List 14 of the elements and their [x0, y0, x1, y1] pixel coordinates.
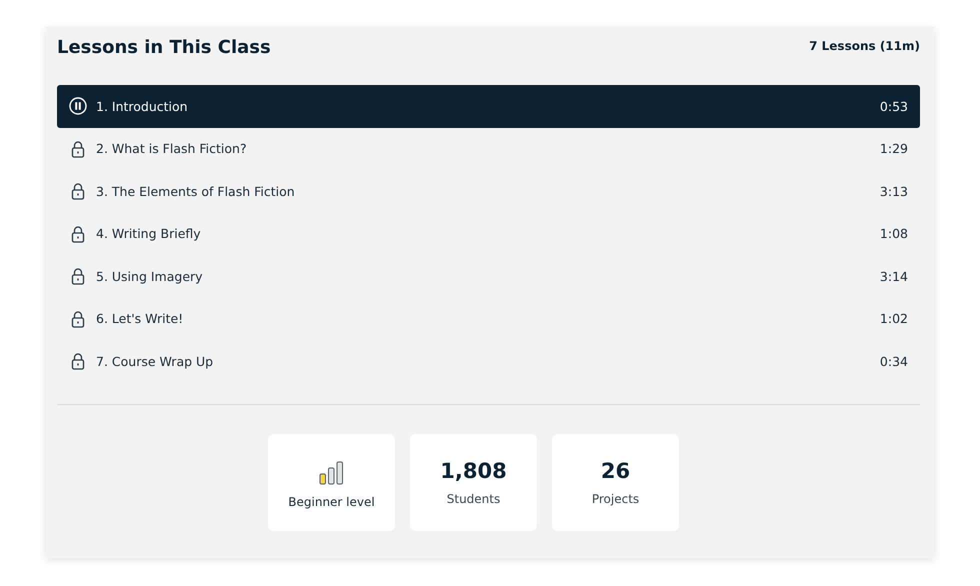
stat-value: 1,808 — [440, 458, 507, 482]
stat-label: Students — [446, 492, 500, 506]
lesson-row[interactable]: 3. The Elements of Flash Fiction 3:13 — [57, 170, 920, 212]
lesson-row[interactable]: 6. Let's Write! 1:02 — [57, 298, 920, 340]
stat-value: 26 — [600, 458, 630, 482]
lesson-row[interactable]: 1. Introduction 0:53 — [57, 85, 920, 128]
lesson-row[interactable]: 2. What is Flash Fiction? 1:29 — [57, 128, 920, 170]
lesson-row[interactable]: 7. Course Wrap Up 0:34 — [57, 340, 920, 382]
lesson-row[interactable]: 4. Writing Briefly 1:08 — [57, 212, 920, 255]
stat-label: Projects — [592, 492, 640, 506]
lesson-summary: 7 Lessons (11m) — [809, 39, 920, 53]
lesson-row[interactable]: 5. Using Imagery 3:14 — [57, 255, 920, 298]
section-title: Lessons in This Class — [57, 37, 271, 59]
stat-label: Beginner level — [288, 495, 375, 509]
